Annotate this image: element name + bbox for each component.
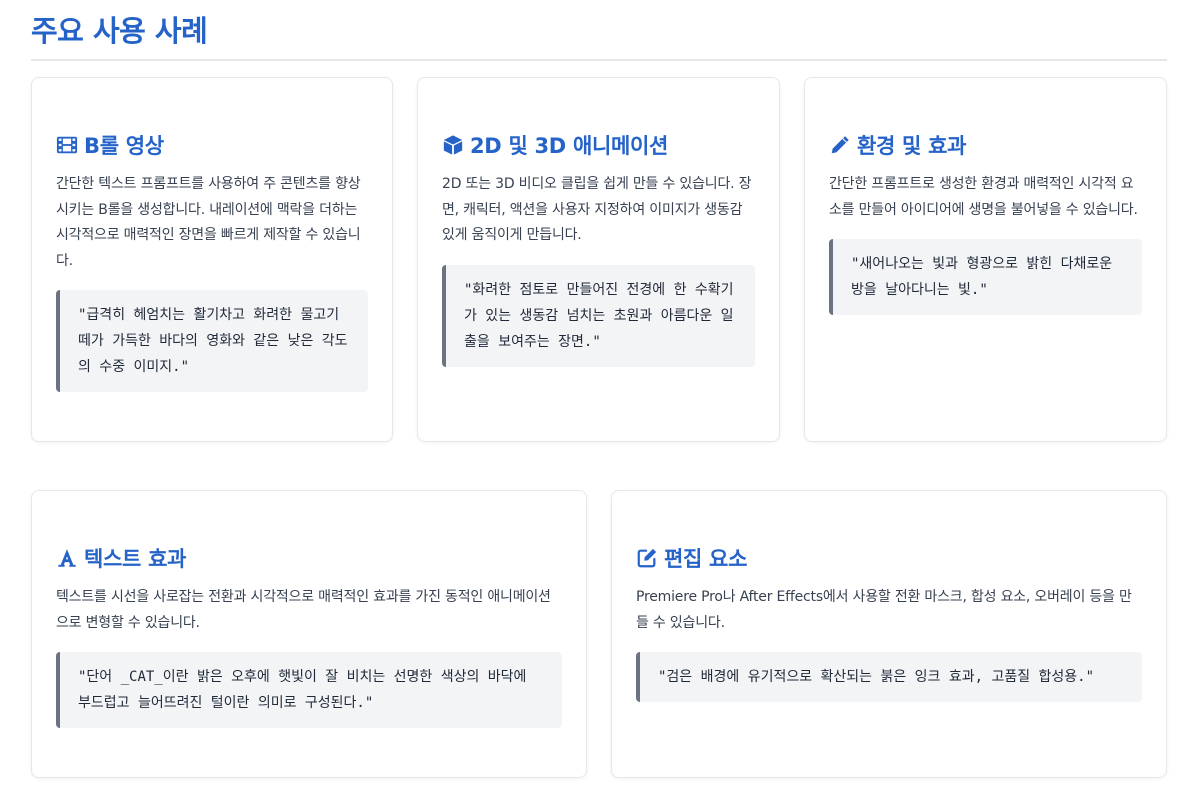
text-font-icon: [56, 547, 78, 569]
example-prompt: "단어 _CAT_이란 밝은 오후에 햇빛이 잘 비치는 선명한 색상의 바닥에…: [56, 652, 562, 728]
card-2d-3d-animation: 2D 및 3D 애니메이션 2D 또는 3D 비디오 클립을 쉽게 만들 수 있…: [417, 77, 780, 442]
card-title-text: 2D 및 3D 애니메이션: [470, 134, 669, 158]
card-title-text: B롤 영상: [84, 134, 164, 158]
title-divider: [31, 59, 1167, 61]
card-title-text: 텍스트 효과: [84, 547, 187, 571]
example-prompt: "급격히 헤엄치는 활기차고 화려한 물고기 떼가 가득한 바다의 영화와 같은…: [56, 290, 368, 392]
edit-icon: [636, 547, 658, 569]
card-title-text: 환경 및 효과: [857, 134, 967, 158]
card-title: 텍스트 효과: [56, 543, 562, 573]
card-description: 간단한 프롬프트로 생성한 환경과 매력적인 시각적 요소를 만들어 아이디어에…: [829, 176, 1138, 218]
example-prompt: "화려한 점토로 만들어진 전경에 한 수확기가 있는 생동감 넘치는 초원과 …: [442, 264, 755, 367]
use-cases-section: 주요 사용 사례 B롤 영상 간단한 텍스트 프롬프트를 사용하여 주 콘텐츠를…: [0, 0, 1178, 798]
card-text-effects: 텍스트 효과 텍스트를 시선을 사로잡는 전환과 시각적으로 매력적인 효과를 …: [31, 490, 587, 778]
card-b-roll: B롤 영상 간단한 텍스트 프롬프트를 사용하여 주 콘텐츠를 향상시키는 B롤…: [31, 77, 393, 442]
pencil-icon: [829, 134, 851, 156]
card-description: Premiere Pro나 After Effects에서 사용할 전환 마스크…: [636, 589, 1132, 631]
card-description: 간단한 텍스트 프롬프트를 사용하여 주 콘텐츠를 향상시키는 B롤을 생성합니…: [56, 176, 361, 269]
card-environment-effects: 환경 및 효과 간단한 프롬프트로 생성한 환경과 매력적인 시각적 요소를 만…: [804, 77, 1167, 442]
card-title: 2D 및 3D 애니메이션: [442, 130, 755, 160]
card-description: 텍스트를 시선을 사로잡는 전환과 시각적으로 매력적인 효과를 가진 동적인 …: [56, 589, 551, 631]
section-title: 주요 사용 사례: [31, 14, 208, 48]
film-icon: [56, 134, 78, 156]
cube-icon: [442, 134, 464, 156]
card-title: 편집 요소: [636, 543, 1142, 573]
card-title: B롤 영상: [56, 130, 368, 160]
card-title: 환경 및 효과: [829, 130, 1142, 160]
card-editing-elements: 편집 요소 Premiere Pro나 After Effects에서 사용할 …: [611, 490, 1167, 778]
card-description: 2D 또는 3D 비디오 클립을 쉽게 만들 수 있습니다. 장면, 캐릭터, …: [442, 176, 752, 243]
example-prompt: "새어나오는 빛과 형광으로 밝힌 다채로운 방을 날아다니는 빛.": [829, 239, 1142, 315]
example-prompt: "검은 배경에 유기적으로 확산되는 붉은 잉크 효과, 고품질 합성용.": [636, 652, 1142, 702]
card-title-text: 편집 요소: [664, 547, 748, 571]
